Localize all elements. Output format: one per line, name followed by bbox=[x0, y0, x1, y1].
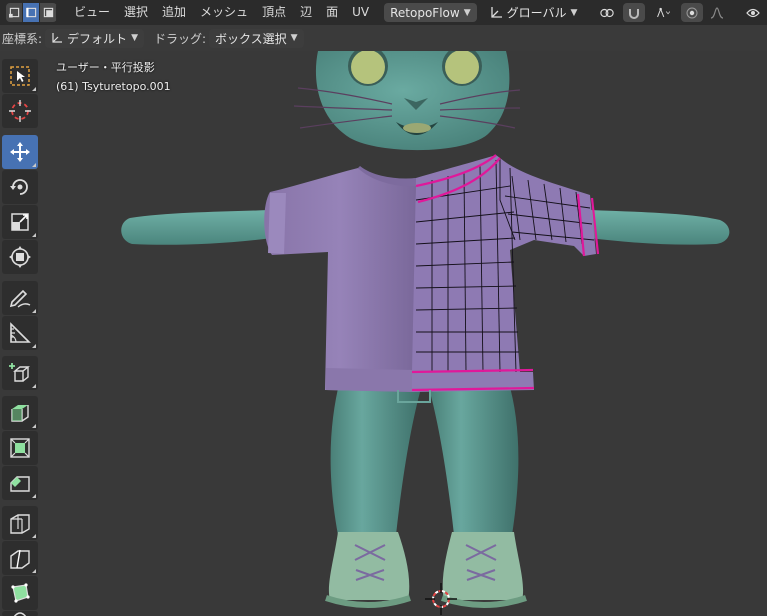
move-arrows-icon bbox=[10, 142, 30, 162]
cursor-icon bbox=[9, 100, 31, 122]
coord-system-value: デフォルト bbox=[67, 31, 128, 46]
vertex-select-icon bbox=[8, 7, 19, 18]
edge-select-mode-button[interactable] bbox=[23, 3, 40, 22]
eye-icon bbox=[746, 8, 761, 17]
proportional-edit-icon bbox=[686, 7, 698, 18]
orientation-axes-icon bbox=[490, 6, 502, 18]
transform-orientation-dropdown[interactable]: グローバル ▼ bbox=[485, 3, 584, 22]
coord-system-label: 座標系: bbox=[2, 31, 43, 46]
orientation-label: グローバル bbox=[506, 6, 567, 20]
add-cube-tool[interactable] bbox=[2, 356, 38, 390]
object-info: (61) Tsyturetopo.001 bbox=[56, 80, 171, 93]
tool-options-corner bbox=[32, 163, 36, 167]
rotate-tool[interactable] bbox=[2, 170, 38, 204]
poly-build-tool[interactable] bbox=[2, 576, 38, 610]
pencil-icon bbox=[9, 289, 31, 308]
menu-face[interactable]: 面 bbox=[319, 0, 345, 25]
menu-add[interactable]: 追加 bbox=[155, 0, 193, 25]
tool-options-corner bbox=[32, 87, 36, 91]
snap-target-icon bbox=[657, 7, 671, 17]
menu-edge[interactable]: 辺 bbox=[293, 0, 319, 25]
ruler-icon bbox=[10, 322, 31, 343]
chevron-down-icon: ▼ bbox=[131, 33, 138, 43]
tool-options-corner bbox=[32, 569, 36, 573]
snap-toggle-button[interactable] bbox=[623, 3, 646, 22]
link-icon bbox=[600, 8, 615, 17]
move-tool[interactable] bbox=[2, 135, 38, 169]
cursor-tool[interactable] bbox=[2, 94, 38, 128]
extrude-tool[interactable] bbox=[2, 396, 38, 430]
smooth-icon bbox=[13, 612, 27, 616]
drag-value: ボックス選択 bbox=[215, 31, 287, 46]
transform-tool[interactable] bbox=[2, 240, 38, 274]
loop-cut-tool[interactable] bbox=[2, 506, 38, 540]
pivot-snap-group bbox=[591, 3, 764, 22]
face-select-mode-button[interactable] bbox=[40, 3, 57, 22]
pivot-point-button[interactable] bbox=[594, 3, 620, 22]
add-cube-icon bbox=[9, 363, 30, 382]
scale-icon bbox=[11, 213, 29, 231]
tool-options-corner bbox=[32, 384, 36, 388]
menu-view[interactable]: ビュー bbox=[67, 0, 117, 25]
retopoflow-label: RetopoFlow bbox=[390, 5, 460, 20]
bevel-icon bbox=[10, 476, 30, 492]
drag-label: ドラッグ: bbox=[153, 31, 207, 46]
smooth-tool[interactable] bbox=[2, 611, 38, 616]
tool-options-corner bbox=[32, 344, 36, 348]
menu-uv[interactable]: UV bbox=[345, 0, 376, 25]
tool-options-corner bbox=[32, 424, 36, 428]
snap-target-dropdown[interactable] bbox=[648, 3, 678, 22]
bevel-tool[interactable] bbox=[2, 466, 38, 500]
viewport-info-overlay: ユーザー・平行投影 (61) Tsyturetopo.001 bbox=[56, 58, 171, 96]
chevron-down-icon: ▼ bbox=[570, 7, 578, 18]
character-mesh[interactable] bbox=[0, 51, 767, 616]
select-mode-group bbox=[6, 3, 57, 22]
tool-options-corner bbox=[32, 534, 36, 538]
tool-options-corner bbox=[32, 233, 36, 237]
proportional-edit-button[interactable] bbox=[681, 3, 704, 22]
tool-options-corner bbox=[32, 309, 36, 313]
rotate-icon bbox=[10, 179, 28, 195]
viewport-header: ビュー 選択 追加 メッシュ 頂点 辺 面 UV RetopoFlow ▼ グロ… bbox=[0, 0, 767, 25]
extrude-icon bbox=[11, 405, 29, 422]
loop-cut-icon bbox=[10, 514, 30, 534]
edge-select-icon bbox=[25, 7, 36, 18]
menu-mesh[interactable]: メッシュ bbox=[193, 0, 255, 25]
vertex-select-mode-button[interactable] bbox=[6, 3, 23, 22]
axes-icon bbox=[52, 33, 63, 43]
tool-settings-bar: 座標系: デフォルト ▼ ドラッグ: ボックス選択 ▼ bbox=[0, 25, 320, 51]
annotate-tool[interactable] bbox=[2, 281, 38, 315]
knife-tool[interactable] bbox=[2, 541, 38, 575]
chevron-down-icon: ▼ bbox=[463, 7, 471, 18]
menu-vertex[interactable]: 頂点 bbox=[255, 0, 293, 25]
chevron-down-icon: ▼ bbox=[290, 33, 298, 43]
select-box-tool[interactable] bbox=[2, 59, 38, 93]
inset-icon bbox=[10, 438, 30, 458]
view-name: ユーザー・平行投影 bbox=[56, 61, 155, 74]
falloff-curve-icon bbox=[711, 6, 724, 19]
3d-viewport[interactable]: ユーザー・平行投影 (61) Tsyturetopo.001 bbox=[0, 51, 767, 616]
transform-icon bbox=[9, 246, 31, 268]
inset-tool[interactable] bbox=[2, 431, 38, 465]
proportional-falloff-button[interactable] bbox=[706, 3, 728, 22]
select-box-icon bbox=[10, 66, 30, 86]
drag-dropdown[interactable]: ボックス選択 ▼ bbox=[209, 28, 304, 48]
menu-select[interactable]: 選択 bbox=[117, 0, 155, 25]
retopoflow-dropdown[interactable]: RetopoFlow ▼ bbox=[384, 3, 477, 22]
coord-system-dropdown[interactable]: デフォルト ▼ bbox=[45, 28, 144, 48]
tool-options-corner bbox=[32, 494, 36, 498]
knife-icon bbox=[10, 549, 30, 569]
scale-tool[interactable] bbox=[2, 205, 38, 239]
measure-tool[interactable] bbox=[2, 316, 38, 350]
magnet-icon bbox=[629, 8, 640, 19]
visibility-button[interactable] bbox=[742, 3, 764, 22]
face-select-icon bbox=[43, 7, 53, 18]
poly-build-icon bbox=[11, 583, 30, 603]
